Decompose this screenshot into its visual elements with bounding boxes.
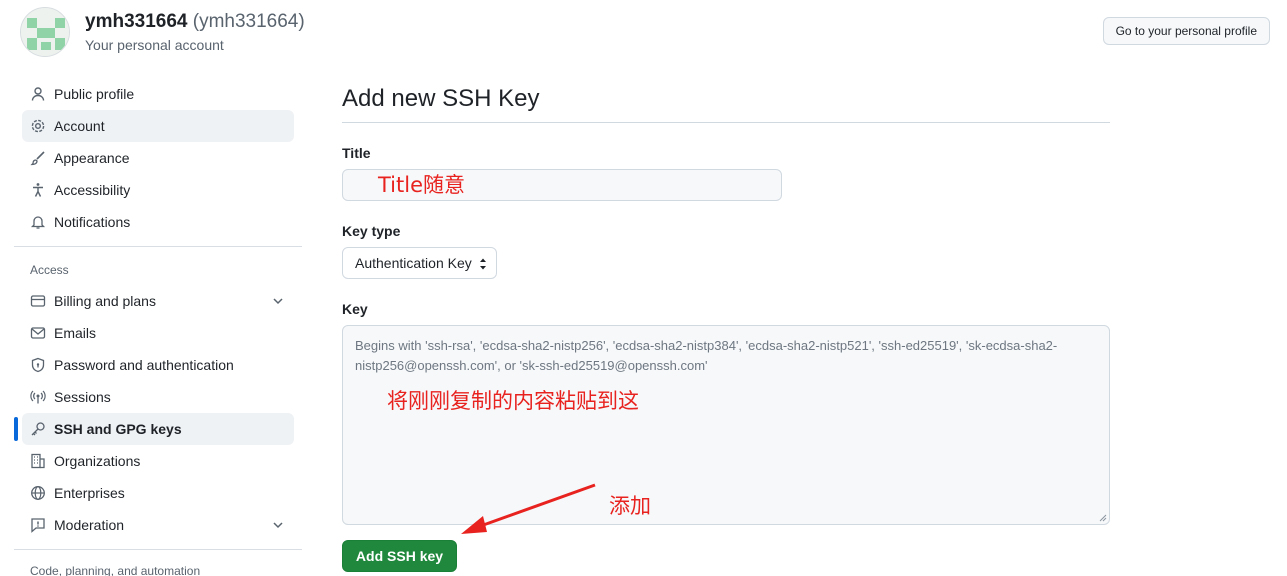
account-subtitle: Your personal account bbox=[85, 37, 224, 53]
sidebar-item-label: Organizations bbox=[54, 453, 141, 469]
go-to-profile-button[interactable]: Go to your personal profile bbox=[1102, 17, 1270, 45]
add-annotation: 添加 bbox=[609, 494, 651, 518]
title-label: Title bbox=[342, 145, 371, 161]
sidebar-item-label: Enterprises bbox=[54, 485, 125, 501]
sidebar-item-password[interactable]: Password and authentication bbox=[22, 349, 294, 381]
organization-icon bbox=[30, 453, 46, 469]
accessibility-icon bbox=[30, 182, 46, 198]
shield-lock-icon bbox=[30, 357, 46, 373]
sidebar-item-label: Accessibility bbox=[54, 182, 131, 198]
sidebar-item-appearance[interactable]: Appearance bbox=[22, 142, 294, 174]
report-icon bbox=[30, 517, 46, 533]
sidebar-item-accessibility[interactable]: Accessibility bbox=[22, 174, 294, 206]
sidebar-item-label: Billing and plans bbox=[54, 293, 156, 309]
sidebar-item-billing[interactable]: Billing and plans bbox=[22, 285, 294, 317]
sidebar-item-enterprises[interactable]: Enterprises bbox=[22, 477, 294, 509]
mail-icon bbox=[30, 325, 46, 341]
select-arrows-icon bbox=[480, 258, 486, 270]
resize-handle-icon[interactable] bbox=[1097, 512, 1107, 522]
sidebar-item-label: SSH and GPG keys bbox=[54, 421, 182, 437]
account-name[interactable]: ymh331664 (ymh331664) bbox=[85, 11, 305, 33]
display-name: ymh331664 bbox=[85, 11, 188, 32]
key-type-select[interactable]: Authentication Key bbox=[342, 247, 497, 279]
key-type-label: Key type bbox=[342, 223, 401, 239]
settings-sidebar: Public profile Account Appearance Access… bbox=[14, 78, 302, 576]
person-icon bbox=[30, 86, 46, 102]
sidebar-item-public-profile[interactable]: Public profile bbox=[22, 78, 294, 110]
key-annotation: 将刚刚复制的内容粘贴到这 bbox=[387, 389, 639, 413]
sidebar-divider bbox=[14, 246, 302, 247]
gear-icon bbox=[30, 118, 46, 134]
sidebar-item-label: Appearance bbox=[54, 150, 130, 166]
sidebar-item-label: Account bbox=[54, 118, 105, 134]
sidebar-item-emails[interactable]: Emails bbox=[22, 317, 294, 349]
sidebar-item-organizations[interactable]: Organizations bbox=[22, 445, 294, 477]
sidebar-item-sessions[interactable]: Sessions bbox=[22, 381, 294, 413]
key-type-value: Authentication Key bbox=[355, 255, 472, 271]
sidebar-item-label: Notifications bbox=[54, 214, 131, 230]
credit-card-icon bbox=[30, 293, 46, 309]
title-input[interactable]: Title随意 bbox=[342, 169, 782, 201]
sidebar-item-label: Password and authentication bbox=[54, 357, 234, 373]
sidebar-item-label: Moderation bbox=[54, 517, 125, 533]
paintbrush-icon bbox=[30, 150, 46, 166]
key-label: Key bbox=[342, 301, 368, 317]
add-ssh-key-button[interactable]: Add SSH key bbox=[342, 540, 457, 572]
annotation-arrow-icon bbox=[461, 483, 596, 534]
sidebar-item-moderation[interactable]: Moderation bbox=[22, 509, 294, 541]
sidebar-item-label: Emails bbox=[54, 325, 97, 341]
account-header: ymh331664 (ymh331664) Your personal acco… bbox=[20, 7, 1270, 57]
identicon-avatar-icon bbox=[21, 8, 69, 56]
sidebar-item-account[interactable]: Account bbox=[22, 110, 294, 142]
bell-icon bbox=[30, 214, 46, 230]
key-placeholder: Begins with 'ssh-rsa', 'ecdsa-sha2-nistp… bbox=[355, 338, 1058, 373]
title-annotation: Title随意 bbox=[378, 173, 466, 197]
page-title: Add new SSH Key bbox=[342, 84, 1110, 123]
globe-icon bbox=[30, 485, 46, 501]
sidebar-item-ssh-gpg-keys[interactable]: SSH and GPG keys bbox=[14, 413, 294, 445]
chevron-down-icon[interactable] bbox=[270, 293, 286, 309]
sidebar-item-notifications[interactable]: Notifications bbox=[22, 206, 294, 238]
login-name: (ymh331664) bbox=[192, 11, 305, 32]
avatar[interactable] bbox=[20, 7, 70, 57]
sidebar-group-code-planning: Code, planning, and automation bbox=[30, 564, 201, 576]
sidebar-group-access: Access bbox=[30, 263, 69, 277]
sidebar-divider bbox=[14, 549, 302, 550]
key-icon bbox=[30, 421, 46, 437]
sidebar-item-label: Public profile bbox=[54, 86, 135, 102]
broadcast-icon bbox=[30, 389, 46, 405]
sidebar-item-label: Sessions bbox=[54, 389, 111, 405]
chevron-down-icon[interactable] bbox=[270, 517, 286, 533]
